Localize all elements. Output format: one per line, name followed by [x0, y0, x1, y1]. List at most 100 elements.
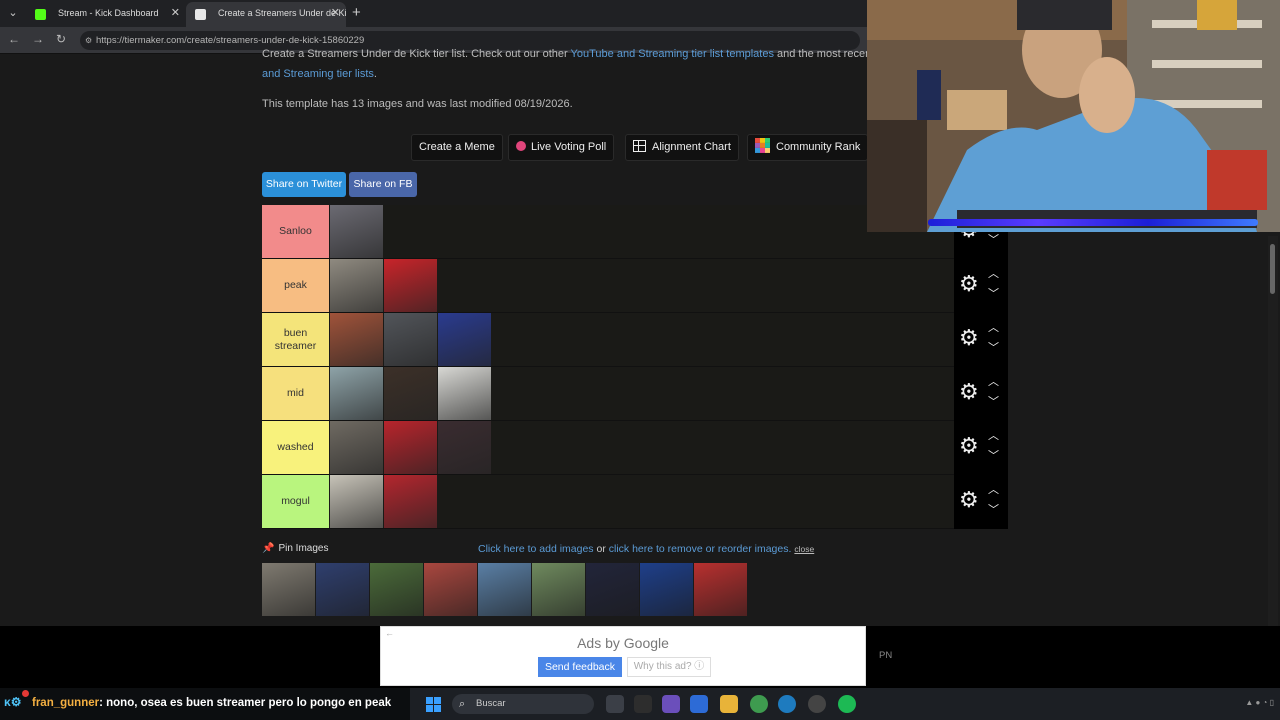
tier-item-image[interactable]	[384, 259, 437, 312]
gear-icon[interactable]: ⚙	[959, 381, 979, 403]
tier-row: mid ⚙ ︿ ﹀	[262, 367, 1008, 421]
tier-item-image[interactable]	[330, 259, 383, 312]
chevron-up-icon[interactable]: ︿	[988, 485, 999, 496]
add-images-link[interactable]: Click here to add images	[478, 543, 594, 555]
tier-item-image[interactable]	[330, 205, 383, 258]
tier-items	[330, 475, 438, 528]
gear-icon[interactable]: ⚙	[959, 327, 979, 349]
chrome-icon[interactable]	[750, 695, 768, 713]
reload-icon[interactable]: ↻	[56, 32, 66, 46]
task-view-icon[interactable]	[606, 695, 624, 713]
tier-item-image[interactable]	[438, 367, 491, 420]
tier-item-image[interactable]	[330, 421, 383, 474]
tiermaker-favicon-icon	[195, 9, 206, 20]
tier-item-image[interactable]	[384, 475, 437, 528]
tier-item-image[interactable]	[438, 421, 491, 474]
app-icon[interactable]	[662, 695, 680, 713]
tier-item-image[interactable]	[384, 367, 437, 420]
app-icon[interactable]	[808, 695, 826, 713]
forward-arrow-icon[interactable]: →	[32, 32, 44, 46]
chat-platform-icon: ᴋ⚙	[4, 695, 22, 709]
tier-item-image[interactable]	[330, 313, 383, 366]
kick-favicon-icon	[35, 9, 46, 20]
app-icon[interactable]	[634, 695, 652, 713]
scrollbar-thumb[interactable]	[1270, 244, 1275, 294]
reorder-images-link[interactable]: click here to remove or reorder images.	[609, 543, 792, 555]
taskbar-search[interactable]: ⌕ Buscar	[452, 694, 594, 714]
gear-icon[interactable]: ⚙	[959, 489, 979, 511]
chevron-up-icon[interactable]: ︿	[988, 377, 999, 388]
template-link[interactable]: YouTube and Streaming tier list template…	[571, 48, 774, 60]
mosaic-icon	[755, 138, 770, 153]
template-info: This template has 13 images and was last…	[262, 98, 573, 110]
edge-icon[interactable]	[778, 695, 796, 713]
tier-items	[330, 313, 492, 366]
tier-label[interactable]: Sanloo	[262, 205, 329, 258]
pool-image[interactable]	[424, 563, 477, 616]
share-facebook-button[interactable]: Share on FB	[349, 172, 417, 197]
tier-controls: ⚙ ︿ ﹀	[954, 367, 1008, 421]
site-info-icon[interactable]: ⚙	[85, 31, 92, 50]
ad-side-text: PN	[879, 650, 893, 661]
pool-image[interactable]	[586, 563, 639, 616]
tier-label[interactable]: mogul	[262, 475, 329, 528]
share-twitter-button[interactable]: Share on Twitter	[262, 172, 346, 197]
gear-icon[interactable]: ⚙	[959, 435, 979, 457]
tier-label[interactable]: mid	[262, 367, 329, 420]
pool-image[interactable]	[316, 563, 369, 616]
gear-icon[interactable]: ⚙	[959, 273, 979, 295]
chat-username: fran_gunner	[32, 697, 100, 709]
community-rank-button[interactable]: Community Rank	[747, 134, 869, 161]
new-tab-plus-icon[interactable]: +	[352, 4, 361, 21]
close-tab-icon[interactable]: ✕	[171, 2, 180, 25]
tab-list-chevron-icon[interactable]: ⌄	[4, 4, 22, 22]
chevron-down-icon[interactable]: ﹀	[988, 397, 999, 408]
chevron-down-icon[interactable]: ﹀	[988, 289, 999, 300]
pool-image[interactable]	[694, 563, 747, 616]
chevron-down-icon[interactable]: ﹀	[988, 451, 999, 462]
alignment-chart-button[interactable]: Alignment Chart	[625, 134, 739, 161]
tier-label[interactable]: peak	[262, 259, 329, 312]
tab-kick-dashboard[interactable]: Stream - Kick Dashboard ✕	[26, 2, 186, 27]
chevron-down-icon[interactable]: ﹀	[988, 343, 999, 354]
pool-image[interactable]	[532, 563, 585, 616]
live-voting-poll-button[interactable]: Live Voting Poll	[508, 134, 615, 161]
create-meme-button[interactable]: Create a Meme	[411, 134, 503, 161]
back-arrow-icon[interactable]: ←	[8, 32, 20, 46]
chevron-up-icon[interactable]: ︿	[988, 431, 999, 442]
webcam-overlay	[867, 0, 1280, 232]
tier-list: Sanloo ⚙ ︿ ﹀ peak ⚙ ︿ ﹀ buen streamer ⚙ ︿ ﹀ mid ⚙ ︿ ﹀ wa…	[262, 205, 1008, 529]
tier-label[interactable]: washed	[262, 421, 329, 474]
system-tray[interactable]: ▲ ● ◔ ▯	[1245, 698, 1274, 707]
tier-label[interactable]: buen streamer	[262, 313, 329, 366]
windows-taskbar: ᴋ⚙ fran_gunner: nono, osea es buen strea…	[0, 688, 1280, 720]
tier-item-image[interactable]	[438, 313, 491, 366]
store-icon[interactable]	[690, 695, 708, 713]
chevron-down-icon[interactable]: ﹀	[988, 235, 999, 246]
close-tab-icon[interactable]: ✕	[331, 2, 340, 25]
tier-controls: ⚙ ︿ ﹀	[954, 475, 1008, 529]
pool-image[interactable]	[478, 563, 531, 616]
why-this-ad-button[interactable]: Why this ad? ⓘ	[627, 657, 711, 677]
tier-lists-link[interactable]: and Streaming tier lists	[262, 68, 374, 80]
ad-back-arrow-icon[interactable]: ←	[385, 628, 394, 638]
chat-message: fran_gunner: nono, osea es buen streamer…	[32, 697, 391, 709]
windows-start-icon[interactable]	[426, 697, 441, 712]
send-feedback-button[interactable]: Send feedback	[538, 657, 622, 677]
pool-image[interactable]	[370, 563, 423, 616]
file-explorer-icon[interactable]	[720, 695, 738, 713]
chevron-up-icon[interactable]: ︿	[988, 323, 999, 334]
page-scrollbar[interactable]	[1268, 236, 1278, 626]
pool-image[interactable]	[640, 563, 693, 616]
chevron-up-icon[interactable]: ︿	[988, 269, 999, 280]
chevron-down-icon[interactable]: ﹀	[988, 505, 999, 516]
spotify-icon[interactable]	[838, 695, 856, 713]
tier-item-image[interactable]	[330, 367, 383, 420]
tier-item-image[interactable]	[330, 475, 383, 528]
tab-tiermaker[interactable]: Create a Streamers Under de Kick T ✕	[186, 2, 346, 27]
tier-item-image[interactable]	[384, 421, 437, 474]
pin-images-toggle[interactable]: 📌 Pin Images	[262, 543, 328, 554]
close-link[interactable]: close	[794, 544, 814, 554]
pool-image[interactable]	[262, 563, 315, 616]
tier-item-image[interactable]	[384, 313, 437, 366]
